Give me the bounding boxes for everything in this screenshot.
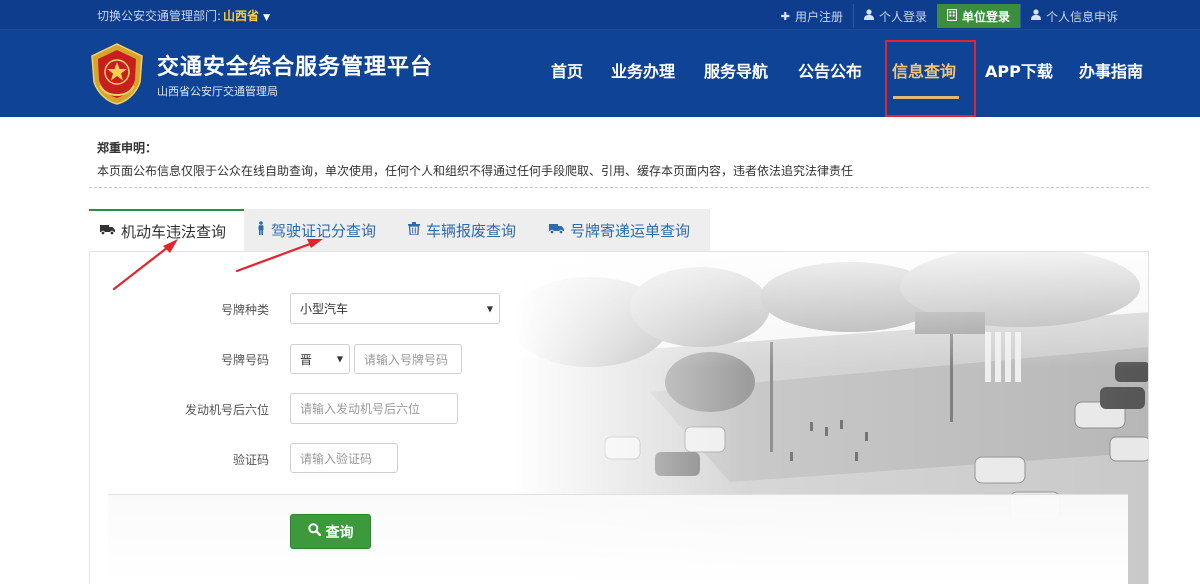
site-subtitle: 山西省公安厅交通管理局 [157,85,278,98]
nav-announcements[interactable]: 公告公布 [798,58,862,82]
nav-home[interactable]: 首页 [551,58,583,82]
department-value: 山西省 [223,9,260,23]
tab-plate-shipping[interactable]: 号牌寄递运单查询 [549,209,690,251]
notice-divider [89,187,1149,188]
personal-login-label: 个人登录 [878,9,927,24]
nav-service-guide[interactable]: 服务导航 [704,58,768,82]
tab-license-points[interactable]: 驾驶证记分查询 [257,209,376,251]
truck-icon [549,223,564,238]
personal-appeal-label: 个人信息申诉 [1045,9,1118,24]
tab-label: 机动车违法查询 [121,223,227,241]
plus-icon: ✚ [780,9,790,23]
form-separator [108,494,1128,495]
tab-vehicle-scrap[interactable]: 车辆报废查询 [408,209,516,251]
tab-vehicle-violation[interactable]: 机动车违法查询 [89,209,244,252]
truck-icon [100,224,115,239]
personal-login-link[interactable]: 个人登录 [852,4,937,28]
caret-down-icon: ▼ [263,13,270,23]
personal-appeal-link[interactable]: 个人信息申诉 [1019,4,1128,28]
user-icon [863,9,874,23]
chevron-down-icon: ▼ [336,354,343,364]
user-icon [1030,9,1041,23]
person-icon [257,221,265,239]
account-links: ✚ 用户注册 个人登录 单位登录 个人信息申诉 [771,4,1128,28]
engine-number-input[interactable]: 请输入发动机号后六位 [290,393,458,424]
search-icon [307,523,321,540]
annotation-highlight-box [885,40,976,117]
plate-type-value: 小型汽车 [300,302,349,316]
captcha-input[interactable]: 请输入验证码 [290,443,398,473]
notice-title: 郑重申明： [97,141,158,155]
plate-number-input[interactable]: 请输入号牌号码 [354,344,462,374]
nav-guide[interactable]: 办事指南 [1079,58,1143,82]
site-header: 交通安全综合服务管理平台 山西省公安厅交通管理局 首页 业务办理 服务导航 公告… [0,30,1200,117]
plate-number-label: 号牌号码 [220,353,269,367]
tab-label: 驾驶证记分查询 [271,221,377,240]
notice-body: 本页面公布信息仅限于公众在线自助查询，单次使用，任何个人和组织不得通过任何手段爬… [97,164,854,178]
query-button[interactable]: 查询 [290,514,371,549]
unit-login-link[interactable]: 单位登录 [936,4,1020,28]
engine-number-placeholder: 请输入发动机号后六位 [300,402,421,416]
building-icon [946,8,958,24]
captcha-placeholder: 请输入验证码 [300,451,373,466]
query-button-label: 查询 [325,524,354,541]
plate-type-select[interactable]: 小型汽车 ▼ [290,293,500,324]
site-title: 交通安全综合服务管理平台 [157,55,434,80]
trash-icon [408,221,420,239]
register-label: 用户注册 [794,9,843,24]
police-emblem-logo [88,42,146,106]
engine-number-label: 发动机号后六位 [184,403,269,417]
tab-label: 号牌寄递运单查询 [570,221,691,240]
nav-business[interactable]: 业务办理 [611,58,675,82]
plate-number-placeholder: 请输入号牌号码 [364,352,449,367]
query-panel: 号牌种类 小型汽车 ▼ 号牌号码 晋 ▼ 请输入号牌号码 发动机号后六位 请输入… [89,251,1149,584]
plate-type-label: 号牌种类 [220,303,269,317]
plate-prefix-value: 晋 [300,352,313,367]
register-link[interactable]: ✚ 用户注册 [771,4,853,28]
unit-login-label: 单位登录 [961,9,1010,24]
tab-label: 车辆报废查询 [426,221,517,240]
top-utility-bar: 切换公安交通管理部门: 山西省 ▼ ✚ 用户注册 个人登录 单位登录 个人信息申诉 [0,0,1200,30]
department-switcher[interactable]: 切换公安交通管理部门: 山西省 ▼ [97,7,270,24]
chevron-down-icon: ▼ [486,304,493,313]
plate-prefix-select[interactable]: 晋 ▼ [290,344,350,374]
button-band [108,495,1128,584]
query-tabs: 机动车违法查询 驾驶证记分查询 车辆报废查询 号牌寄递运单查询 [89,209,710,252]
captcha-label: 验证码 [232,453,269,467]
department-label: 切换公安交通管理部门: [97,9,222,23]
nav-app-download[interactable]: APP下载 [985,58,1053,82]
